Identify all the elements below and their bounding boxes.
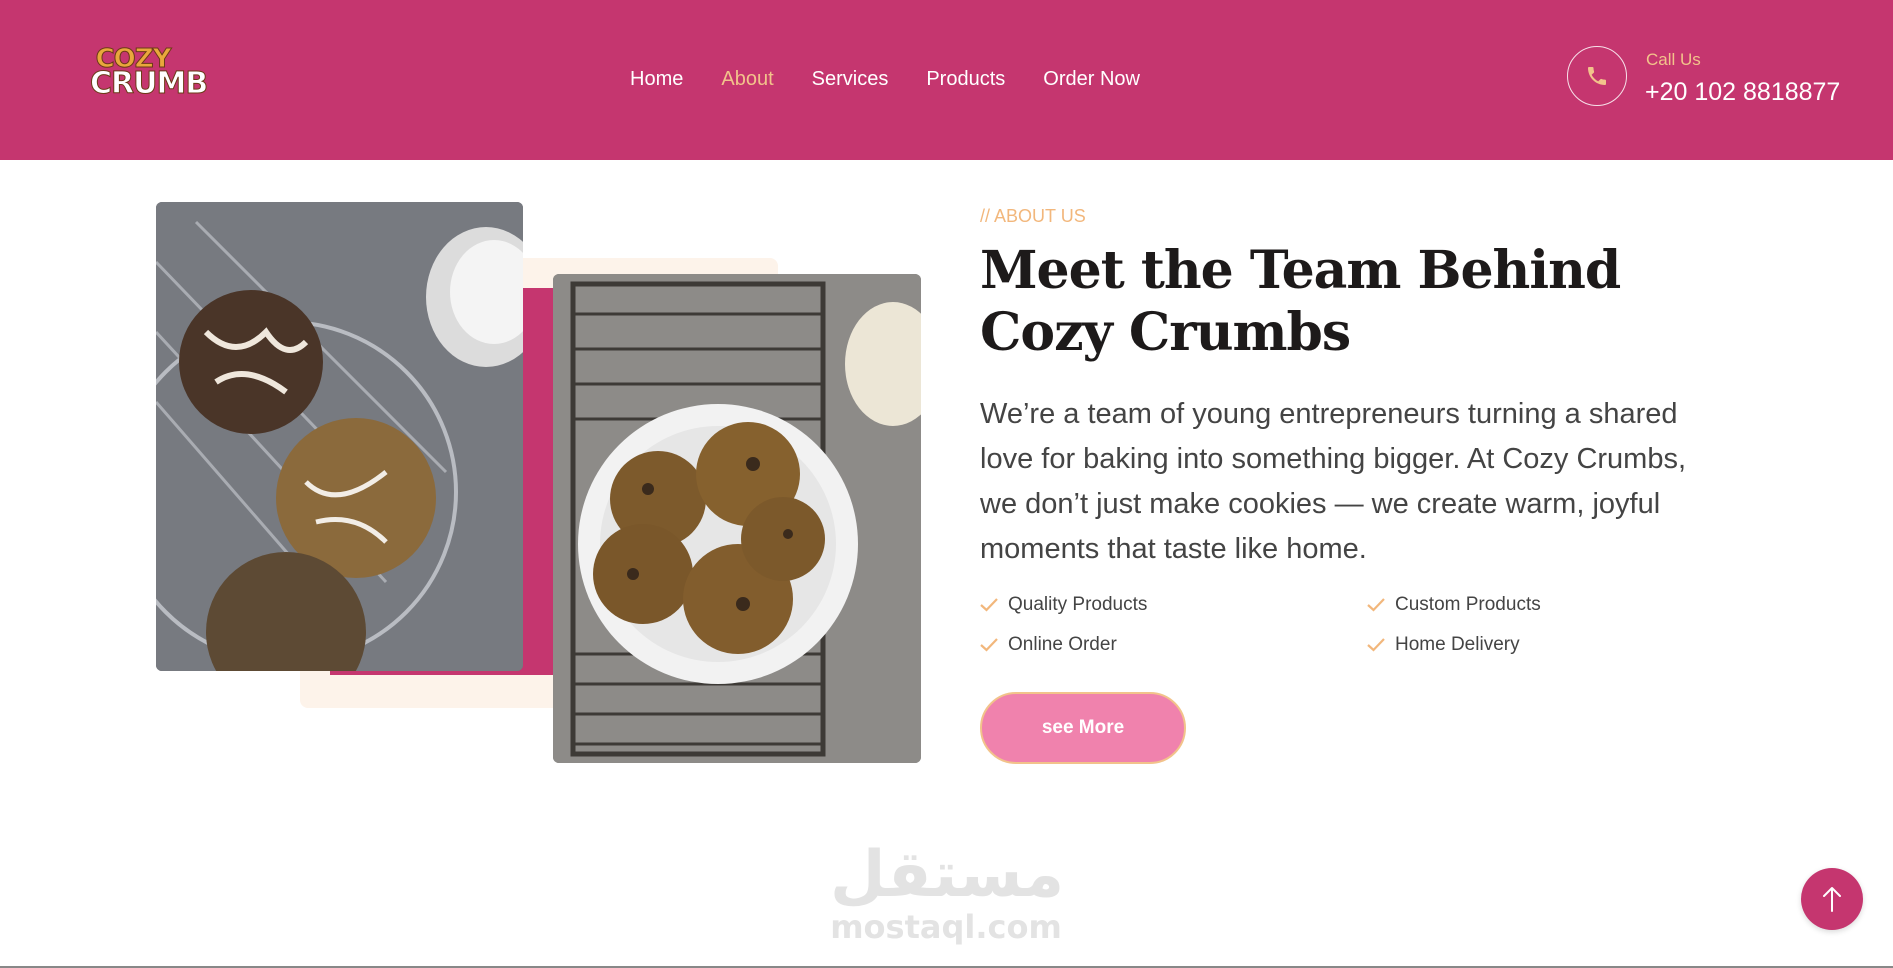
section-eyebrow: // ABOUT US	[980, 206, 1086, 226]
feature-label: Custom Products	[1395, 594, 1541, 615]
logo-line-bottom: CRUMB	[90, 66, 209, 102]
feature-item: Online Order	[980, 634, 1117, 656]
call-us-label: Call Us	[1646, 50, 1701, 69]
site-header: COZY CRUMB Home About Services Products …	[0, 0, 1893, 160]
feature-label: Online Order	[1008, 634, 1117, 655]
mostaql-watermark-arabic: مستقل	[830, 838, 1065, 912]
feature-label: Home Delivery	[1395, 634, 1520, 655]
check-icon	[1367, 598, 1385, 612]
section-title: Meet the Team Behind Cozy Crumbs	[980, 240, 1621, 363]
scroll-to-top-button[interactable]	[1801, 868, 1863, 930]
main-nav: Home About Services Products Order Now	[630, 64, 1178, 94]
mostaql-watermark-latin: mostaql.com	[830, 908, 1062, 946]
cozy-crumb-logo[interactable]: COZY CRUMB	[90, 44, 209, 102]
nav-products-link[interactable]: Products	[926, 64, 1005, 94]
cookies-on-rack-photo	[156, 202, 523, 671]
nav-order-now-link[interactable]: Order Now	[1043, 64, 1140, 94]
cookies-on-plate-photo	[553, 274, 921, 763]
phone-number[interactable]: +20 102 8818877	[1645, 78, 1840, 107]
check-icon	[1367, 638, 1385, 652]
check-icon	[980, 598, 998, 612]
nav-home-link[interactable]: Home	[630, 64, 683, 94]
feature-item: Custom Products	[1367, 594, 1541, 616]
feature-label: Quality Products	[1008, 594, 1148, 615]
see-more-button[interactable]: see More	[980, 692, 1186, 764]
arrow-up-icon	[1823, 887, 1841, 912]
feature-item: Quality Products	[980, 594, 1147, 616]
nav-about-link[interactable]: About	[721, 64, 773, 94]
phone-icon	[1588, 67, 1606, 85]
phone-icon-button[interactable]	[1567, 46, 1627, 106]
feature-item: Home Delivery	[1367, 634, 1520, 656]
nav-services-link[interactable]: Services	[812, 64, 889, 94]
check-icon	[980, 638, 998, 652]
section-description: We’re a team of young entrepreneurs turn…	[980, 398, 1687, 565]
